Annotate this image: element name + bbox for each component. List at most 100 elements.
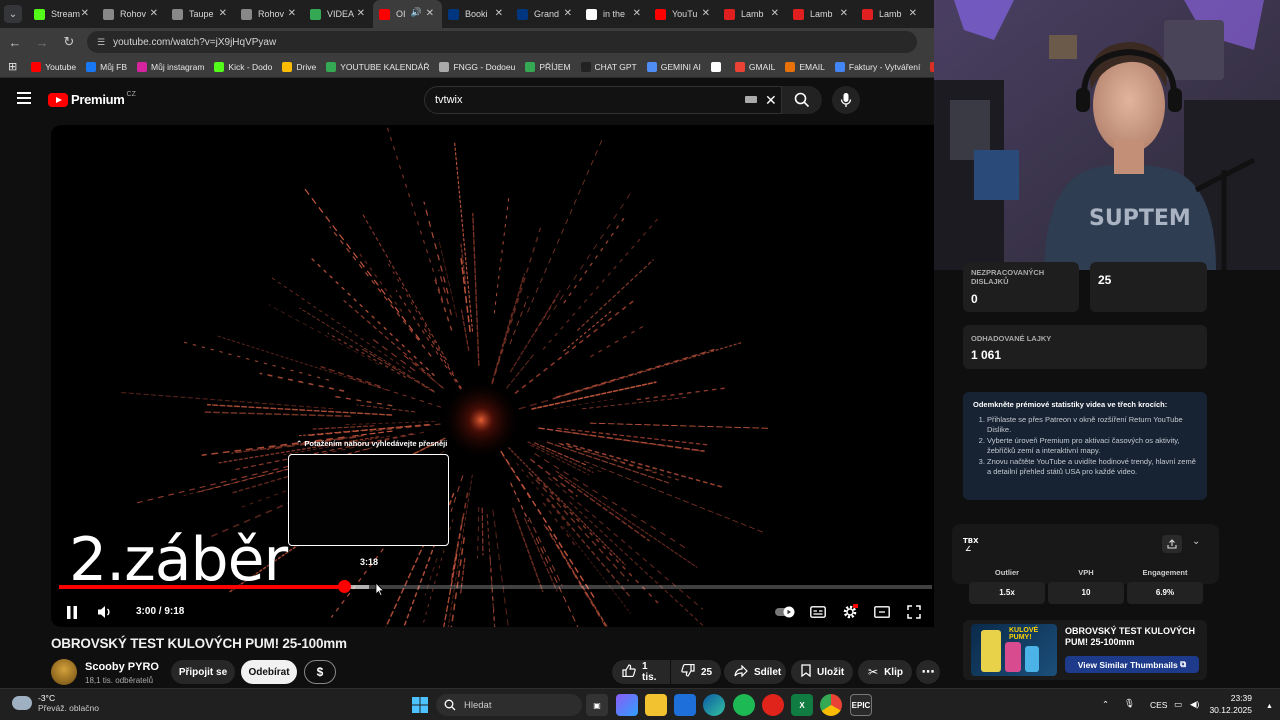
close-tab-icon[interactable]: ✕ [909,8,917,19]
browser-tab[interactable]: VIDEA ✕ [304,0,373,28]
language-indicator[interactable]: CES [1150,700,1167,710]
site-info-icon[interactable]: ☰ [97,37,105,48]
save-button[interactable]: Uložit [791,660,853,684]
video-player[interactable]: ⌃ Potažením nahoru vyhledávejte přesněji… [51,125,934,627]
speaker-icon[interactable]: 🔊 [411,7,422,18]
browser-tab[interactable]: YouTu ✕ [649,0,718,28]
chrome-icon[interactable] [820,694,842,716]
bookmark-item[interactable]: Můj FB [86,61,127,72]
bookmark-item[interactable]: CHAT GPT [580,61,637,72]
bookmark-item[interactable]: Faktury - Vytváření [834,61,920,72]
browser-tab[interactable]: Rohov ✕ [235,0,304,28]
browser-tab[interactable]: in the ✕ [580,0,649,28]
outlook-icon[interactable] [674,694,696,716]
taskbar-search[interactable]: Hledat [436,694,582,716]
bookmark-item[interactable] [710,61,725,72]
chevron-up-icon[interactable]: ⌃ [1102,699,1109,710]
settings-button[interactable] [840,602,860,622]
bookmark-item[interactable]: YOUTUBE KALENDÁŘ [326,61,429,72]
bookmark-item[interactable]: Můj instagram [137,61,204,72]
bookmark-item[interactable]: Drive [282,61,316,72]
browser-tab[interactable]: Stream ✕ [28,0,97,28]
bookmark-item[interactable]: Youtube [31,61,76,72]
microphone-icon[interactable]: 🎙 [1124,698,1135,709]
clear-search-icon[interactable]: ✕ [765,92,777,109]
browser-tab[interactable]: OI 🔊 ✕ [373,0,442,28]
close-tab-icon[interactable]: ✕ [702,8,710,19]
progress-bar[interactable] [59,580,932,593]
tab-search-icon[interactable]: ⌄ [4,5,22,23]
like-button[interactable]: 1 tis. [612,660,670,684]
search-button[interactable] [782,86,822,114]
thanks-button[interactable]: $ [304,660,336,684]
bookmark-item[interactable]: GMAIL [734,61,775,72]
bookmark-item[interactable]: GEMINI AI [646,61,701,72]
weather-widget[interactable]: -3°C Převáž. oblačno [12,693,99,713]
close-tab-icon[interactable]: ✕ [564,8,572,19]
spotify-icon[interactable] [733,694,755,716]
search-input[interactable]: tvtwix ✕ [424,86,782,114]
close-tab-icon[interactable]: ✕ [426,8,434,19]
browser-tab[interactable]: Rohov ✕ [97,0,166,28]
clock-date[interactable]: 30.12.2025 [1206,705,1252,715]
close-tab-icon[interactable]: ✕ [219,8,227,19]
back-arrow-icon[interactable]: ← [3,30,27,54]
bookmark-item[interactable]: FNGG - Dodoeu [439,61,515,72]
address-bar[interactable]: ☰ youtube.com/watch?v=jX9jHqVPyaw [87,31,917,53]
close-tab-icon[interactable]: ✕ [771,8,779,19]
start-button[interactable] [409,694,431,716]
bookmark-item[interactable]: EMAIL [785,61,825,72]
browser-tab[interactable]: Booki ✕ [442,0,511,28]
close-tab-icon[interactable]: ✕ [633,8,641,19]
close-tab-icon[interactable]: ✕ [288,8,296,19]
forward-arrow-icon[interactable]: → [30,30,54,54]
pause-button[interactable] [62,602,82,622]
copilot-icon[interactable] [616,694,638,716]
theater-mode-button[interactable] [872,602,892,622]
obs-icon[interactable] [762,694,784,716]
close-tab-icon[interactable]: ✕ [81,8,89,19]
share-button[interactable]: Sdílet [724,660,786,684]
volume-button[interactable] [95,602,115,622]
notification-icon[interactable]: ▲ [1266,703,1273,710]
browser-tab[interactable]: Grand ✕ [511,0,580,28]
epic-games-icon[interactable]: EPIC [850,694,872,716]
apps-grid-icon[interactable]: ⊞ [8,60,17,73]
volume-icon[interactable]: ◀) [1190,699,1199,710]
autoplay-toggle[interactable] [775,602,797,622]
fullscreen-button[interactable] [904,602,924,622]
similar-video-card[interactable]: KULOVÉ PUMY! OBROVSKÝ TEST KULOVÝCH PUM!… [963,620,1207,680]
browser-tab[interactable]: Lamb ✕ [718,0,787,28]
close-tab-icon[interactable]: ✕ [840,8,848,19]
subscribe-button[interactable]: Odebírat [241,660,297,684]
view-similar-thumbnails-button[interactable]: View Similar Thumbnails ⧉ [1065,656,1199,673]
channel-name[interactable]: Scooby PYRO [85,661,159,673]
channel-avatar[interactable] [51,659,77,685]
excel-icon[interactable]: X [791,694,813,716]
close-tab-icon[interactable]: ✕ [495,8,503,19]
edge-icon[interactable] [703,694,725,716]
keyboard-icon[interactable] [745,96,757,103]
dislike-button[interactable]: 25 [671,660,721,684]
browser-tab[interactable]: Lamb ✕ [787,0,856,28]
clock-time[interactable]: 23:39 [1212,693,1252,703]
voice-search-button[interactable] [832,86,860,114]
close-tab-icon[interactable]: ✕ [357,8,365,19]
file-explorer-icon[interactable] [645,694,667,716]
join-button[interactable]: Připojit se [171,660,235,684]
reload-icon[interactable]: ↻ [57,30,81,54]
menu-icon[interactable] [17,92,31,104]
network-icon[interactable]: ▭ [1174,699,1182,710]
bookmark-item[interactable]: PŘÍJEM [525,61,571,72]
bookmark-item[interactable]: Kick - Dodo [214,61,272,72]
close-tab-icon[interactable]: ✕ [150,8,158,19]
clip-button[interactable]: ✂ Klip [858,660,912,684]
chevron-down-icon[interactable]: ⌄ [1192,536,1200,547]
similar-video-thumbnail[interactable]: KULOVÉ PUMY! [971,624,1057,676]
browser-tab[interactable]: Taupe ✕ [166,0,235,28]
more-actions-button[interactable]: ⋯ [916,660,940,684]
browser-tab[interactable]: Lamb ✕ [856,0,925,28]
subtitles-button[interactable] [808,602,828,622]
youtube-logo[interactable]: Premium CZ [48,91,136,107]
export-button[interactable] [1162,535,1182,553]
